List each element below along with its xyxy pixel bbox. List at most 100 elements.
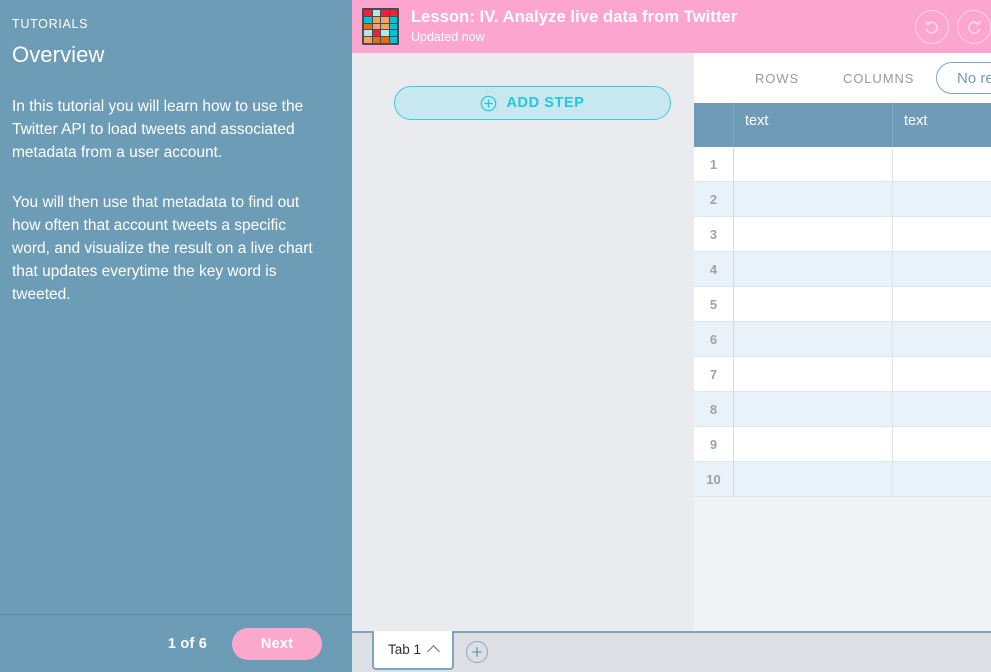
row-number[interactable]: 2 xyxy=(694,182,734,217)
table-row: 3 xyxy=(694,217,991,252)
row-number[interactable]: 4 xyxy=(694,252,734,287)
sheet-tab-label: Tab 1 xyxy=(387,642,422,657)
table-cell[interactable] xyxy=(893,392,991,427)
add-step-button[interactable]: ADD STEP xyxy=(394,86,671,120)
icon-cell xyxy=(372,10,380,16)
icon-cell xyxy=(381,23,389,30)
app-root: TUTORIALS Overview In this tutorial you … xyxy=(0,0,991,672)
table-cell[interactable] xyxy=(893,287,991,322)
header-text-group: Lesson: IV. Analyze live data from Twitt… xyxy=(411,8,737,45)
app-header: Lesson: IV. Analyze live data from Twitt… xyxy=(352,0,991,53)
icon-cell xyxy=(381,37,389,43)
table-row: 4 xyxy=(694,252,991,287)
row-number[interactable]: 1 xyxy=(694,147,734,182)
icon-cell xyxy=(381,30,389,37)
table-header-row: text text xyxy=(694,103,991,147)
table-cell[interactable] xyxy=(734,182,893,217)
page-title: Overview xyxy=(12,42,105,67)
table-cell[interactable] xyxy=(893,322,991,357)
table-cell[interactable] xyxy=(734,287,893,322)
plus-circle-icon xyxy=(481,95,497,111)
row-number[interactable]: 7 xyxy=(694,357,734,392)
page-counter: 1 of 6 xyxy=(167,635,207,652)
table-row: 6 xyxy=(694,322,991,357)
table-cell[interactable] xyxy=(734,322,893,357)
header-actions xyxy=(915,0,991,53)
row-number[interactable]: 6 xyxy=(694,322,734,357)
icon-cell xyxy=(364,37,372,43)
chevron-up-icon[interactable] xyxy=(427,645,440,658)
icon-cell xyxy=(372,23,380,30)
tab-columns[interactable]: COLUMNS xyxy=(843,71,914,86)
table-cell[interactable] xyxy=(893,182,991,217)
redo-icon xyxy=(968,20,982,34)
next-button[interactable]: Next xyxy=(232,627,322,660)
column-header-2[interactable]: text xyxy=(893,103,991,147)
table-row: 1 xyxy=(694,147,991,182)
icon-cell xyxy=(364,23,372,30)
tab-rows[interactable]: ROWS xyxy=(755,71,799,86)
column-header-1[interactable]: text xyxy=(734,103,893,147)
icon-cell xyxy=(381,10,389,16)
row-number[interactable]: 5 xyxy=(694,287,734,322)
tutorial-content: TUTORIALS Overview In this tutorial you … xyxy=(0,0,352,614)
table-cell[interactable] xyxy=(893,217,991,252)
icon-cell xyxy=(381,16,389,23)
steps-panel: ADD STEP xyxy=(352,53,694,631)
icon-cell xyxy=(389,30,397,37)
table-row: 8 xyxy=(694,392,991,427)
table-row: 7 xyxy=(694,357,991,392)
table-row: 2 xyxy=(694,182,991,217)
tutorial-paragraph-2: You will then use that metadata to find … xyxy=(12,194,313,303)
data-panel: ROWS COLUMNS No results text text 123456… xyxy=(694,53,991,631)
icon-cell xyxy=(389,23,397,30)
undo-button[interactable] xyxy=(915,9,949,44)
lesson-title: Lesson: IV. Analyze live data from Twitt… xyxy=(411,8,738,26)
icon-cell xyxy=(389,37,397,43)
redo-button[interactable] xyxy=(957,9,991,44)
add-step-label: ADD STEP xyxy=(506,95,585,111)
sheet-tab-1[interactable]: Tab 1 xyxy=(372,631,454,670)
table-cell[interactable] xyxy=(734,357,893,392)
row-number[interactable]: 9 xyxy=(694,427,734,462)
plus-icon xyxy=(472,647,482,657)
icon-cell xyxy=(364,16,372,23)
row-number[interactable]: 8 xyxy=(694,392,734,427)
table-cell[interactable] xyxy=(734,217,893,252)
table-cell[interactable] xyxy=(893,252,991,287)
icon-cell xyxy=(372,16,380,23)
no-results-filter-pill[interactable]: No results xyxy=(936,62,991,94)
table-cell[interactable] xyxy=(893,357,991,392)
sheet-tab-bar: Tab 1 xyxy=(352,631,991,672)
icon-cell xyxy=(389,16,397,23)
table-cell[interactable] xyxy=(734,462,893,497)
table-corner-cell[interactable] xyxy=(694,103,734,147)
table-cell[interactable] xyxy=(734,252,893,287)
grid-app-icon xyxy=(362,8,399,45)
icon-cell xyxy=(389,10,397,16)
table-cell[interactable] xyxy=(893,147,991,182)
table-row: 5 xyxy=(694,287,991,322)
row-number[interactable]: 10 xyxy=(694,462,734,497)
add-tab-button[interactable] xyxy=(466,641,488,663)
main-area: Lesson: IV. Analyze live data from Twitt… xyxy=(352,0,991,672)
tutorial-footer: 1 of 6 Next xyxy=(0,614,352,672)
icon-cell xyxy=(372,37,380,43)
lesson-updated-status: Updated now xyxy=(411,30,485,44)
table-cell[interactable] xyxy=(734,147,893,182)
table-cell[interactable] xyxy=(893,427,991,462)
row-number[interactable]: 3 xyxy=(694,217,734,252)
table-cell[interactable] xyxy=(734,392,893,427)
data-table: text text 1 2 3 4 5 6 7 8 9 10 xyxy=(694,103,991,631)
icon-cell xyxy=(372,30,380,37)
tutorial-eyebrow: TUTORIALS xyxy=(12,17,89,31)
table-cell[interactable] xyxy=(734,427,893,462)
data-toolbar: ROWS COLUMNS No results xyxy=(694,53,991,103)
tutorial-sidebar: TUTORIALS Overview In this tutorial you … xyxy=(0,0,352,672)
tutorial-paragraph-1: In this tutorial you will learn how to u… xyxy=(12,98,304,161)
icon-cell xyxy=(364,30,372,37)
table-row: 9 xyxy=(694,427,991,462)
undo-icon xyxy=(924,20,938,34)
icon-cell xyxy=(364,10,372,16)
table-cell[interactable] xyxy=(893,462,991,497)
